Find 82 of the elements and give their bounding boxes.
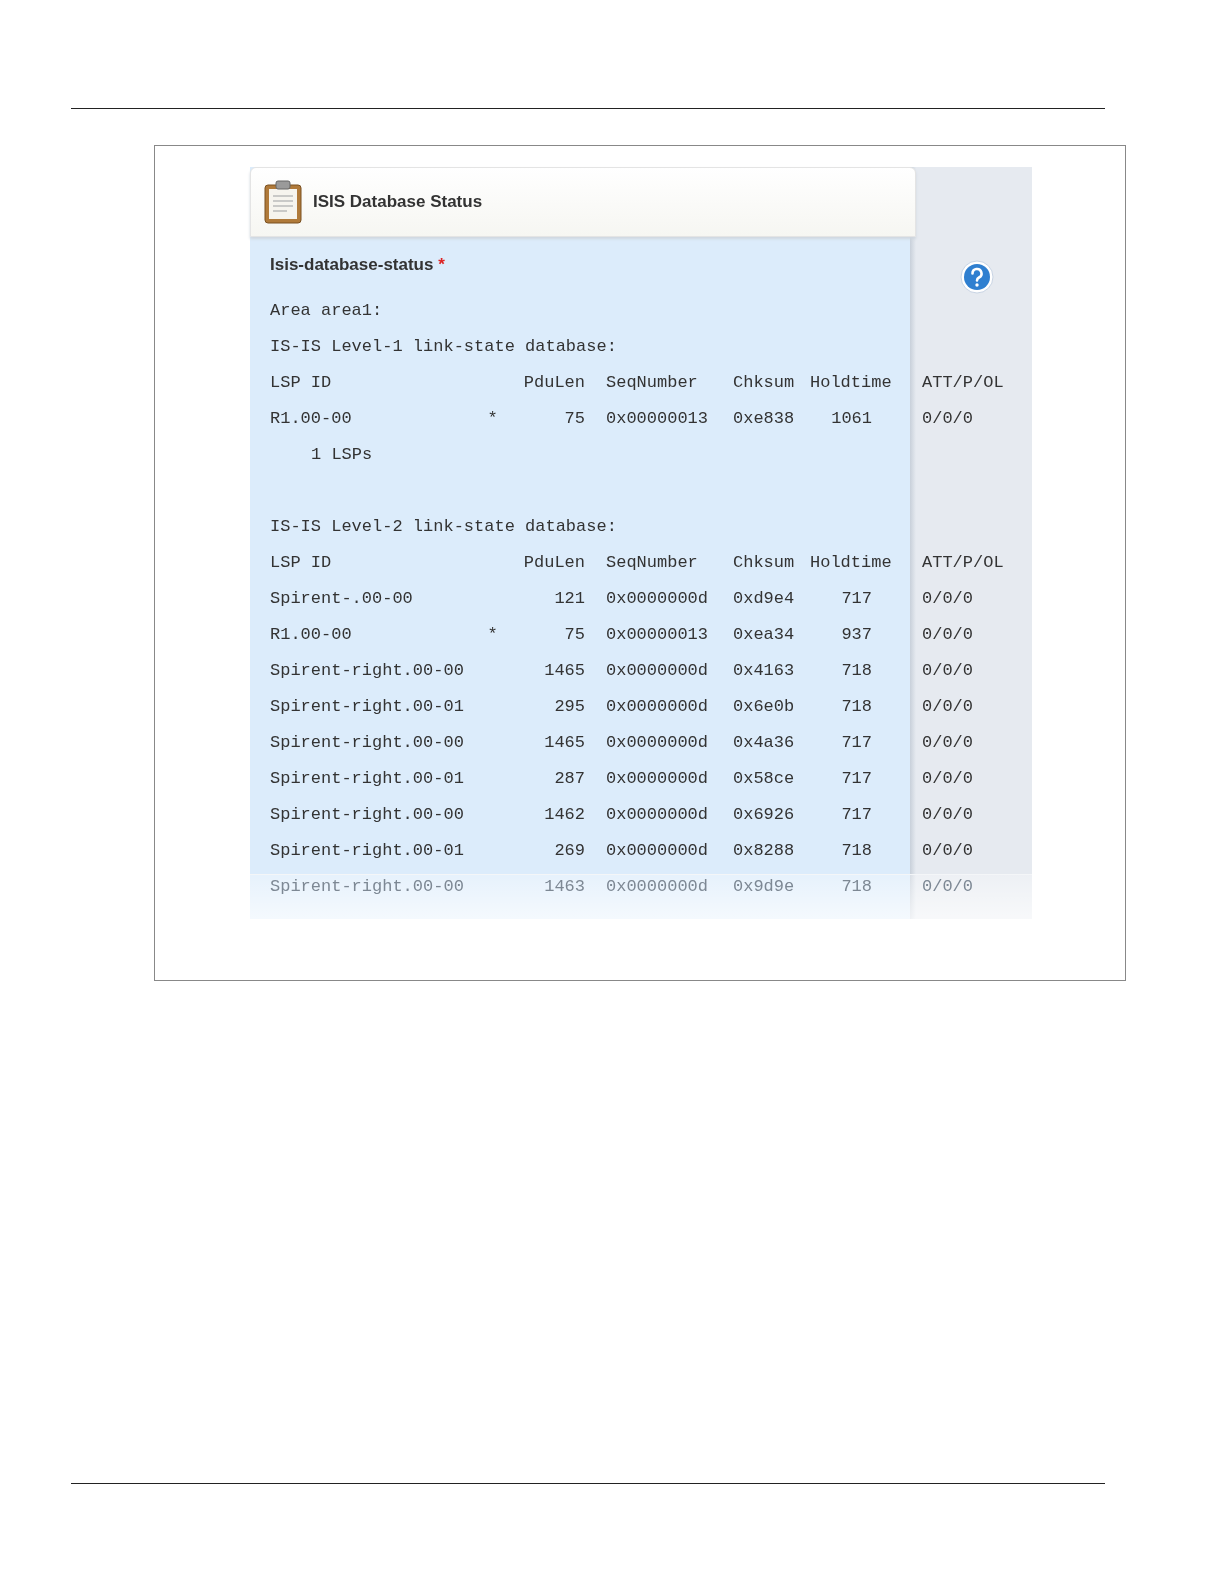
output-line: Area area1:	[270, 300, 383, 322]
section-title: Isis-database-status *	[270, 255, 445, 275]
table-cell-text: Spirent-.00-00	[270, 588, 414, 610]
table-cell: 0x0000000d	[606, 589, 709, 608]
column-header: Chksum	[733, 552, 796, 574]
table-cell: 287	[554, 769, 585, 788]
table-cell: 718	[841, 877, 872, 896]
output-line: IS-IS Level-2 link-state database:	[270, 516, 617, 538]
table-cell: 1465	[544, 733, 585, 752]
table-cell: 0x6e0b	[733, 697, 795, 716]
table-cell: 0x8288	[733, 841, 795, 860]
table-cell-text: Spirent-right.00-01	[270, 768, 465, 790]
table-cell: 121	[554, 589, 585, 608]
table-cell-text: Spirent-right.00-00	[270, 660, 465, 682]
table-cell: 0xea34	[733, 625, 795, 644]
column-header: ATT/P/OL	[921, 372, 1004, 394]
column-header: Chksum	[733, 372, 796, 394]
column-header: SeqNumber	[605, 372, 699, 394]
column-header: ATT/P/OL	[921, 552, 1004, 574]
table-cell: 718	[841, 841, 872, 860]
table-cell: 0x0000000d	[606, 877, 709, 896]
table-cell: 1061	[831, 409, 872, 428]
table-cell: 0x0000000d	[606, 805, 709, 824]
table-cell: 0x00000013	[606, 625, 709, 644]
table-cell: 0x0000000d	[606, 697, 709, 716]
table-cell: 0/0/0	[922, 697, 973, 716]
table-cell: 0/0/0	[922, 733, 973, 752]
table-cell: 0/0/0	[922, 769, 973, 788]
table-cell: 0x4163	[733, 661, 795, 680]
table-cell: 0xe838	[733, 409, 795, 428]
table-cell: 0xd9e4	[733, 589, 795, 608]
column-header: PduLen	[522, 552, 585, 574]
table-cell: 937	[841, 625, 872, 644]
table-cell-text: R1.00-00	[270, 624, 353, 646]
table-cell: 295	[554, 697, 585, 716]
table-cell: 718	[841, 661, 872, 680]
table-cell: 1462	[544, 805, 585, 824]
output-line: 1 LSPs	[311, 444, 373, 466]
table-cell: 0/0/0	[922, 589, 973, 608]
table-cell-text: Spirent-right.00-01	[270, 840, 465, 862]
table-cell: 0x0000000d	[606, 841, 709, 860]
table-cell: 1465	[544, 661, 585, 680]
column-header: LSP ID	[270, 372, 333, 394]
table-cell-text: Spirent-right.00-00	[270, 804, 465, 826]
table-cell: 718	[841, 697, 872, 716]
clipboard-icon	[263, 180, 303, 224]
table-cell: 0x9d9e	[733, 877, 795, 896]
table-cell: 0/0/0	[922, 805, 973, 824]
column-header: Holdtime	[810, 552, 893, 574]
column-header: SeqNumber	[605, 552, 699, 574]
table-cell: 0x00000013	[606, 409, 709, 428]
column-header: PduLen	[522, 372, 585, 394]
table-cell-text: R1.00-00	[270, 408, 353, 430]
table-cell: 717	[841, 733, 872, 752]
table-cell-text: Spirent-right.00-00	[270, 876, 465, 898]
table-cell: 717	[841, 589, 872, 608]
panel-title: ISIS Database Status	[313, 192, 483, 212]
table-cell: 717	[841, 805, 872, 824]
help-icon[interactable]	[960, 260, 994, 294]
table-cell-text: Spirent-right.00-00	[270, 732, 465, 754]
table-cell: 0/0/0	[922, 625, 973, 644]
table-cell: 0/0/0	[922, 409, 973, 428]
table-cell: 717	[841, 769, 872, 788]
table-cell-text: Spirent-right.00-01	[270, 696, 465, 718]
table-cell: 0x4a36	[733, 733, 795, 752]
table-cell: 0/0/0	[922, 841, 973, 860]
table-cell: 0x0000000d	[606, 733, 709, 752]
table-cell: 75	[564, 409, 585, 428]
table-cell: 0x6926	[733, 805, 795, 824]
table-cell: 0/0/0	[922, 661, 973, 680]
table-cell: 0x0000000d	[606, 661, 709, 680]
column-header: Holdtime	[810, 372, 893, 394]
table-cell: 269	[554, 841, 585, 860]
output-line: IS-IS Level-1 link-state database:	[270, 336, 617, 358]
table-cell: 0x0000000d	[606, 769, 709, 788]
table-cell: *	[487, 625, 498, 644]
table-cell: 0/0/0	[922, 877, 973, 896]
column-header: LSP ID	[270, 552, 333, 574]
table-cell: 1463	[544, 877, 585, 896]
table-cell: 0x58ce	[733, 769, 795, 788]
table-cell: 75	[564, 625, 585, 644]
table-cell: *	[487, 409, 498, 428]
